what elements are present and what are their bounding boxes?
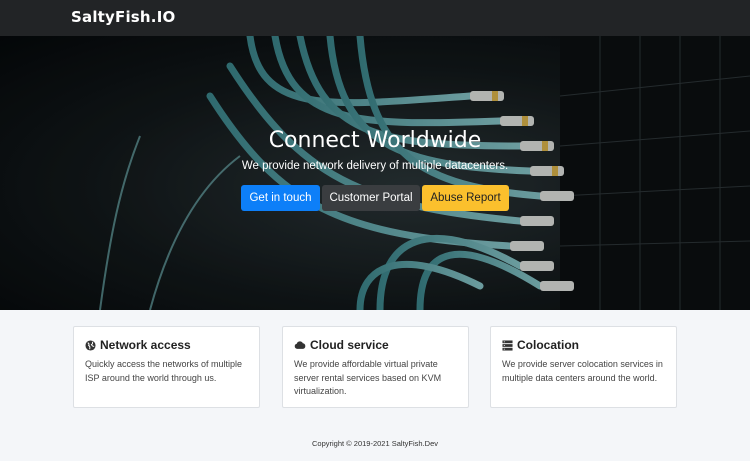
card-text: We provide server colocation services in… [502,359,663,383]
card-title: Network access [85,338,191,352]
server-icon [502,339,513,351]
brand-logo[interactable]: SaltyFish.IO [71,8,175,26]
card-network-access: Network access Quickly access the networ… [73,326,260,408]
globe-icon [85,339,96,351]
hero-overlay [0,36,750,310]
abuse-report-button[interactable]: Abuse Report [422,185,509,211]
customer-portal-button[interactable]: Customer Portal [322,185,420,211]
card-text: Quickly access the networks of multiple … [85,359,243,383]
navbar: SaltyFish.IO [0,0,750,36]
card-text: We provide affordable virtual private se… [294,359,442,396]
card-title: Colocation [502,338,579,352]
card-cloud-service: Cloud service We provide affordable virt… [282,326,469,408]
card-colocation: Colocation We provide server colocation … [490,326,677,408]
get-in-touch-button[interactable]: Get in touch [241,185,320,211]
hero-subtitle: We provide network delivery of multiple … [241,160,509,172]
hero-title: Connect Worldwide [268,128,482,153]
card-title-text: Network access [100,338,191,352]
footer-copyright: Copyright © 2019-2021 SaltyFish.Dev [311,439,438,448]
card-title-text: Colocation [517,338,579,352]
card-title-text: Cloud service [310,338,389,352]
cloud-icon [294,340,306,350]
hero-banner: Connect Worldwide We provide network del… [0,36,750,310]
card-title: Cloud service [294,338,389,352]
